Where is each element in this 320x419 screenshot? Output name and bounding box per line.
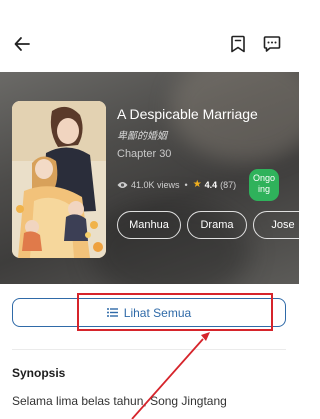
separator-dot: • bbox=[184, 179, 188, 190]
eye-icon bbox=[117, 181, 128, 189]
status-line-2: ing bbox=[257, 184, 270, 194]
star-icon: ★ bbox=[192, 179, 202, 190]
bookmark-icon bbox=[231, 35, 245, 53]
comment-button[interactable] bbox=[258, 30, 286, 58]
rating-count: (87) bbox=[220, 179, 237, 190]
see-all-button[interactable]: Lihat Semua bbox=[12, 298, 286, 327]
section-divider bbox=[12, 349, 286, 350]
cover-illustration bbox=[12, 101, 106, 258]
status-line-1: Ongo bbox=[252, 173, 276, 183]
genre-list: Manhua Drama Jose bbox=[117, 211, 299, 239]
list-icon bbox=[106, 308, 118, 317]
top-bar bbox=[0, 0, 299, 72]
genre-chip[interactable]: Jose bbox=[253, 211, 299, 239]
comic-hero: A Despicable Marriage 卑鄙的婚姻 Chapter 30 4… bbox=[0, 72, 299, 284]
back-button[interactable] bbox=[8, 30, 36, 58]
status-badge: Ongo ing bbox=[249, 169, 279, 201]
see-all-label: Lihat Semua bbox=[123, 305, 192, 320]
comic-alt-title: 卑鄙的婚姻 bbox=[117, 131, 167, 142]
comic-cover bbox=[12, 101, 106, 258]
synopsis-text: Selama lima belas tahun, Song Jingtang bbox=[12, 394, 227, 408]
genre-chip[interactable]: Manhua bbox=[117, 211, 181, 239]
comic-stats: 41.0K views • ★ 4.4 (87) bbox=[117, 179, 236, 190]
genre-chip[interactable]: Drama bbox=[187, 211, 247, 239]
rating-value: 4.4 bbox=[204, 179, 218, 190]
views-count: 41.0K views bbox=[131, 179, 180, 190]
comment-icon bbox=[263, 36, 281, 52]
comic-title: A Despicable Marriage bbox=[117, 106, 258, 122]
synopsis-heading: Synopsis bbox=[12, 366, 66, 380]
bookmark-button[interactable] bbox=[224, 30, 252, 58]
arrow-left-icon bbox=[14, 37, 30, 51]
comic-chapter: Chapter 30 bbox=[117, 148, 172, 160]
